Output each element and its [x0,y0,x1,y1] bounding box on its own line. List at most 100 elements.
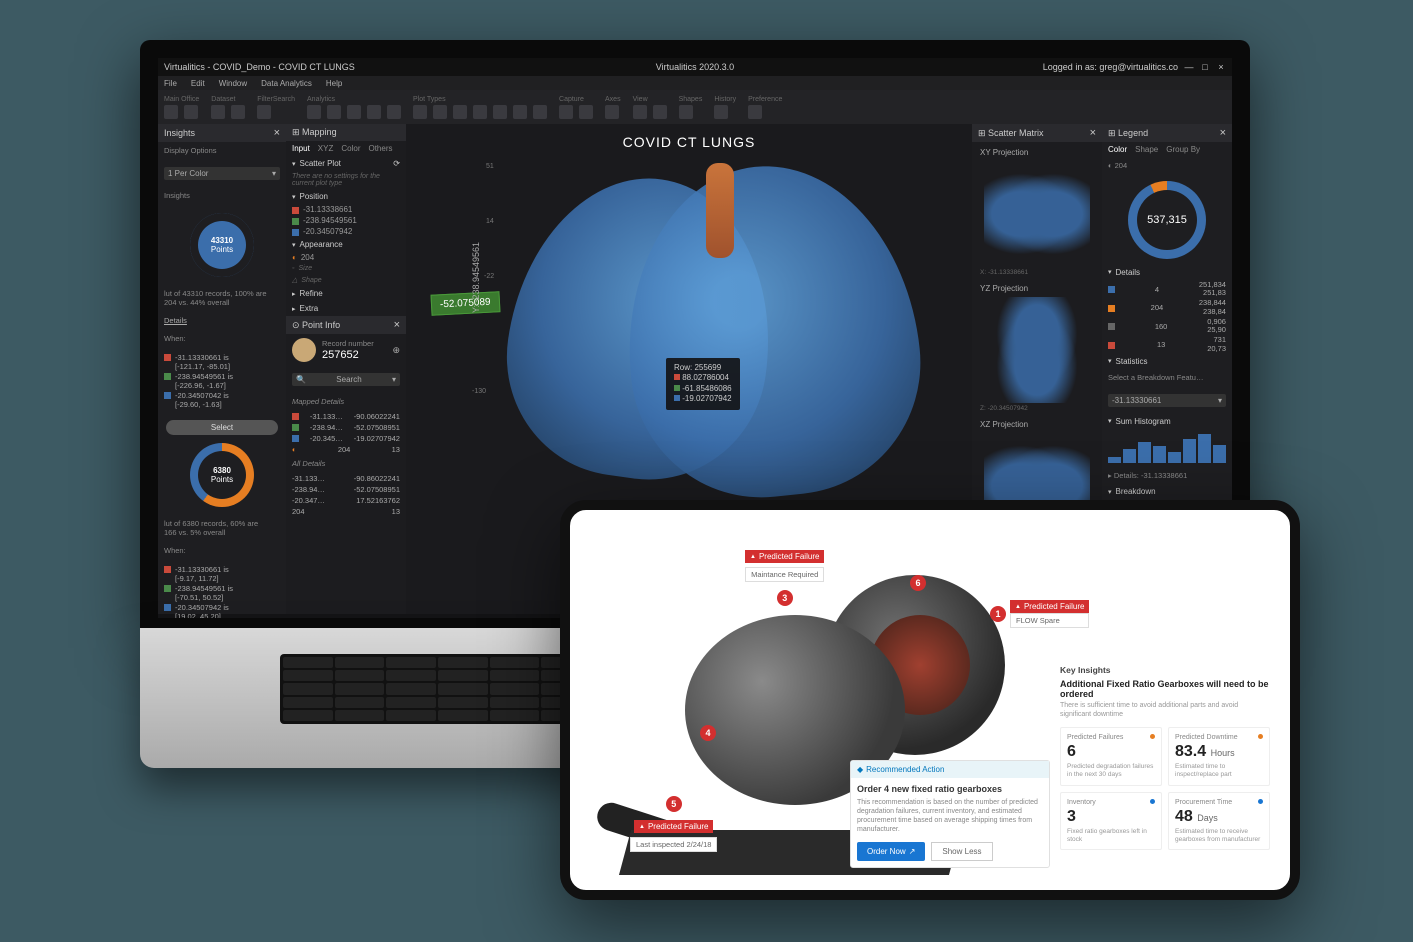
display-options-label: Display Options [158,142,286,160]
menu-window[interactable]: Window [219,79,247,88]
legend-square-green [164,373,171,380]
sum-histogram-chart [1102,429,1232,467]
filter-icon[interactable] [257,105,271,119]
xy-projection[interactable]: XY ProjectionX: -31.13338661 [976,146,1098,278]
chevron-down-icon: ▾ [272,169,276,178]
callout-4[interactable]: 4 [700,725,716,741]
settings-icon[interactable]: ⟳ [393,159,400,168]
per-color-dropdown[interactable]: 1 Per Color▾ [164,167,280,180]
brain-icon[interactable] [327,105,341,119]
bar-icon[interactable] [453,105,467,119]
shape-icon[interactable] [679,105,693,119]
vr-icon[interactable] [164,105,178,119]
pca-icon[interactable] [387,105,401,119]
order-now-button[interactable]: Order Now↗ [857,842,925,861]
history-icon[interactable] [714,105,728,119]
refine-section[interactable]: Refine [286,286,406,301]
gear-icon[interactable] [748,105,762,119]
maximize-button[interactable]: □ [1200,62,1210,72]
grid-icon[interactable] [184,105,198,119]
menu-help[interactable]: Help [326,79,342,88]
video-icon[interactable] [579,105,593,119]
recommended-action-card: ◆Recommended Action Order 4 new fixed ra… [850,760,1050,868]
breakdown-dropdown[interactable]: -31.13330661▾ [1108,394,1226,407]
rotate-icon[interactable] [653,105,667,119]
show-less-button[interactable]: Show Less [931,842,992,861]
callout-3[interactable]: Predicted Failure Maintance Required 3 [745,550,824,606]
panel-close-icon[interactable]: × [1090,127,1096,139]
scatter-icon[interactable] [413,105,427,119]
statistics-section[interactable]: Statistics [1102,354,1232,369]
panel-close-icon[interactable]: × [1220,127,1226,139]
record-number: 257652 [322,349,374,361]
tab-xyz[interactable]: XYZ [318,144,334,153]
line-icon[interactable] [433,105,447,119]
insights-donut-2[interactable]: 6380Points [190,443,254,507]
when-label: When: [158,330,286,348]
appearance-section[interactable]: Appearance [286,237,406,252]
rec-title: Order 4 new fixed ratio gearboxes [857,784,1043,794]
tab-color[interactable]: Color [1108,145,1127,154]
menu-file[interactable]: File [164,79,177,88]
callout-6[interactable]: 6 [910,575,926,591]
target-icon[interactable]: ⊕ [392,345,400,356]
panel-close-icon[interactable]: × [274,127,280,139]
extra-section[interactable]: Extra [286,301,406,316]
rec-description: This recommendation is based on the numb… [857,798,1043,834]
card-predicted-failures[interactable]: Predicted Failures 6 Predicted degradati… [1060,727,1162,786]
tab-others[interactable]: Others [368,144,392,153]
toolbar-view: View [633,96,667,103]
violin-icon[interactable] [533,105,547,119]
tab-group-by[interactable]: Group By [1166,145,1200,154]
scatter-matrix-header: Scatter Matrix [988,128,1044,138]
lightbulb-icon: ◆ [857,765,863,774]
minimize-button[interactable]: — [1184,62,1194,72]
status-dot-blue [1258,799,1263,804]
analytics-icon[interactable] [307,105,321,119]
tab-input[interactable]: Input [292,144,310,153]
toolbar-analytics: Analytics [307,96,401,103]
cluster-icon[interactable] [347,105,361,119]
legend-square-green [164,585,171,592]
toolbar-plot-types: Plot Types [413,96,547,103]
card-procurement-time[interactable]: Procurement Time 48 Days Estimated time … [1168,792,1270,851]
search-field[interactable]: 🔍Search▾ [292,373,400,386]
legend-square-red [164,354,171,361]
anomaly-icon[interactable] [367,105,381,119]
window-titlebar: Virtualitics - COVID_Demo - COVID CT LUN… [158,58,1232,76]
insights-panel: Insights× Display Options 1 Per Color▾ I… [158,124,286,614]
chevron-down-icon: ▾ [1218,396,1222,405]
yz-projection[interactable]: YZ ProjectionZ: -20.34507942 [976,282,1098,414]
breakdown-section[interactable]: Breakdown [1102,484,1232,499]
when1-a: -31.13330661 is [-121.17, -85.01] [175,353,230,371]
card-inventory[interactable]: Inventory 3 Fixed ratio gearboxes left i… [1060,792,1162,851]
map-icon[interactable] [493,105,507,119]
scatter-plot-section[interactable]: Scatter Plot⟳ [286,156,406,171]
upload-icon[interactable] [211,105,225,119]
point-tooltip: Row: 255699 88.02786004 -61.85486086 -19… [666,358,740,410]
view-icon[interactable] [633,105,647,119]
axes-icon[interactable] [605,105,619,119]
callout-5[interactable]: 5 Predicted Failure Last inspected 2/24/… [630,796,717,852]
position-section[interactable]: Position [286,189,406,204]
callout-1[interactable]: 1 Predicted Failure FLOW Spare [990,600,1089,628]
shape-icon: △ [292,276,297,284]
legend-donut[interactable]: 537,315 [1128,181,1206,259]
close-button[interactable]: × [1216,62,1226,72]
menu-edit[interactable]: Edit [191,79,205,88]
save-icon[interactable] [231,105,245,119]
details-section[interactable]: Details [1102,265,1232,280]
card-predicted-downtime[interactable]: Predicted Downtime 83.4 Hours Estimated … [1168,727,1270,786]
insights-donut-1[interactable]: 43310Points [190,213,254,277]
menu-data-analytics[interactable]: Data Analytics [261,79,312,88]
surface-icon[interactable] [473,105,487,119]
tab-color[interactable]: Color [341,144,360,153]
toolbar-filter: FilterSearch [257,96,295,103]
status-visible-total: Visible/Total: 537,315 / 537,315 [168,618,280,619]
select-button[interactable]: Select [166,420,278,435]
tab-shape[interactable]: Shape [1135,145,1158,154]
panel-close-icon[interactable]: × [394,319,400,331]
histogram-icon[interactable] [513,105,527,119]
camera-icon[interactable] [559,105,573,119]
sum-histogram-section[interactable]: Sum Histogram [1102,414,1232,429]
